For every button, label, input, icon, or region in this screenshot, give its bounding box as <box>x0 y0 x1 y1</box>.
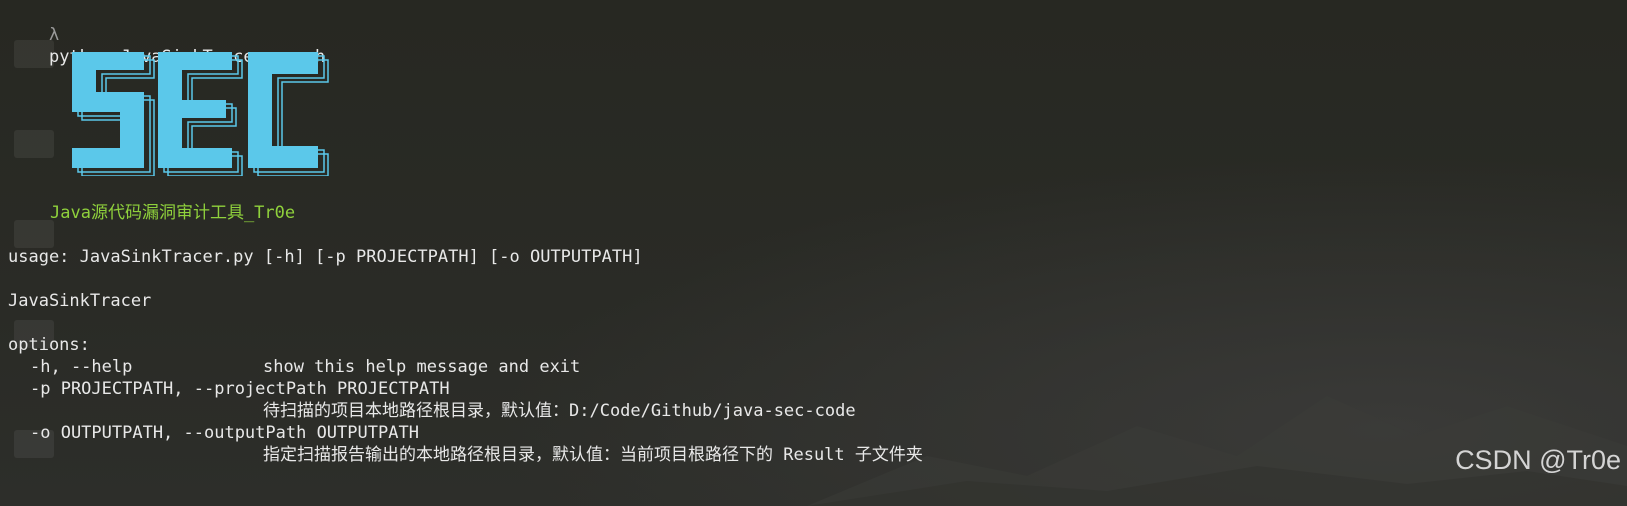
terminal-window[interactable]: λ python JavaSinkTracer.py -h Java源代码漏洞审… <box>0 0 1627 506</box>
banner-letter-e <box>158 52 232 168</box>
option-project-path-flag: -p PROJECTPATH, --projectPath PROJECTPAT… <box>30 379 450 399</box>
option-output-path-description: 指定扫描报告输出的本地路径根目录，默认值：当前项目根路径下的 Result 子文… <box>263 445 923 465</box>
tool-subtitle: Java源代码漏洞审计工具_Tr0e <box>50 203 296 223</box>
options-header: options: <box>8 335 90 355</box>
option-project-path-description: 待扫描的项目本地路径根目录，默认值：D:/Code/Github/java-se… <box>263 401 856 421</box>
program-name: JavaSinkTracer <box>8 291 152 311</box>
usage-line: usage: JavaSinkTracer.py [-h] [-p PROJEC… <box>8 247 643 267</box>
sec-ascii-banner-logo <box>72 52 329 176</box>
option-help-description: show this help message and exit <box>263 357 581 377</box>
banner-letters <box>72 52 318 168</box>
banner-letter-s <box>72 52 144 168</box>
option-help-flag: -h, --help <box>30 357 133 377</box>
csdn-watermark: CSDN @Tr0e <box>1455 445 1621 475</box>
option-output-path-flag: -o OUTPUTPATH, --outputPath OUTPUTPATH <box>30 423 419 443</box>
banner-letter-c <box>248 52 318 168</box>
